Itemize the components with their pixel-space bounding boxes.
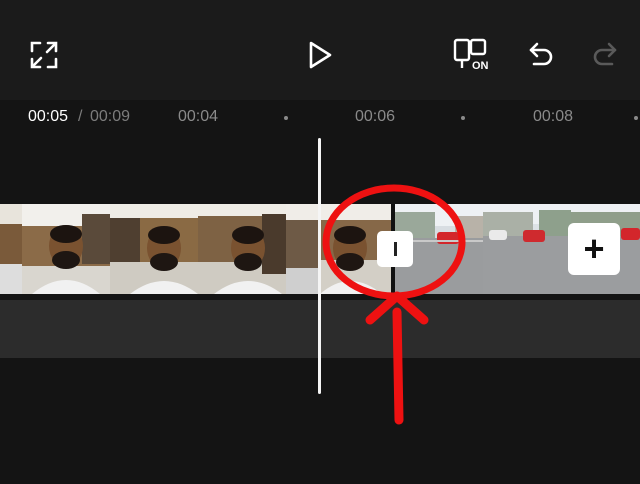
undo-button[interactable]	[522, 36, 560, 74]
ruler-tick-label: 00:06	[355, 108, 396, 125]
play-button[interactable]	[301, 36, 339, 74]
expand-icon	[30, 41, 58, 69]
clip2-frame	[483, 204, 571, 294]
time-ruler[interactable]: 00:05 / 00:09 00:04 00:06 00:08	[0, 100, 640, 136]
ruler-tick-dot	[634, 116, 638, 120]
redo-icon	[593, 42, 617, 66]
ruler-tick-label: 00:08	[533, 108, 574, 125]
undo-icon	[529, 42, 553, 66]
fullscreen-button[interactable]	[25, 36, 63, 74]
playhead[interactable]	[318, 138, 321, 394]
clip1-frame	[22, 204, 110, 294]
main-track-badge: ON	[472, 60, 489, 72]
transition-icon	[393, 242, 397, 256]
clip1-frame	[286, 204, 320, 294]
ruler-tick-dot	[461, 116, 465, 120]
clip1-frame	[198, 204, 286, 294]
current-time: 00:05	[28, 108, 69, 125]
ruler-tick-label: 00:04	[178, 108, 219, 125]
ruler-tick-dot	[284, 116, 288, 120]
clip1-frame	[110, 204, 198, 294]
clip1-frame	[0, 204, 22, 294]
main-track-toggle[interactable]: ON	[450, 34, 496, 78]
total-time: 00:09	[90, 108, 131, 125]
transition-button[interactable]	[377, 231, 413, 267]
redo-button[interactable]	[586, 36, 624, 74]
add-clip-button[interactable]: +	[568, 223, 620, 275]
play-icon	[309, 41, 332, 69]
top-toolbar: ON	[0, 0, 640, 100]
time-separator: /	[78, 108, 83, 125]
